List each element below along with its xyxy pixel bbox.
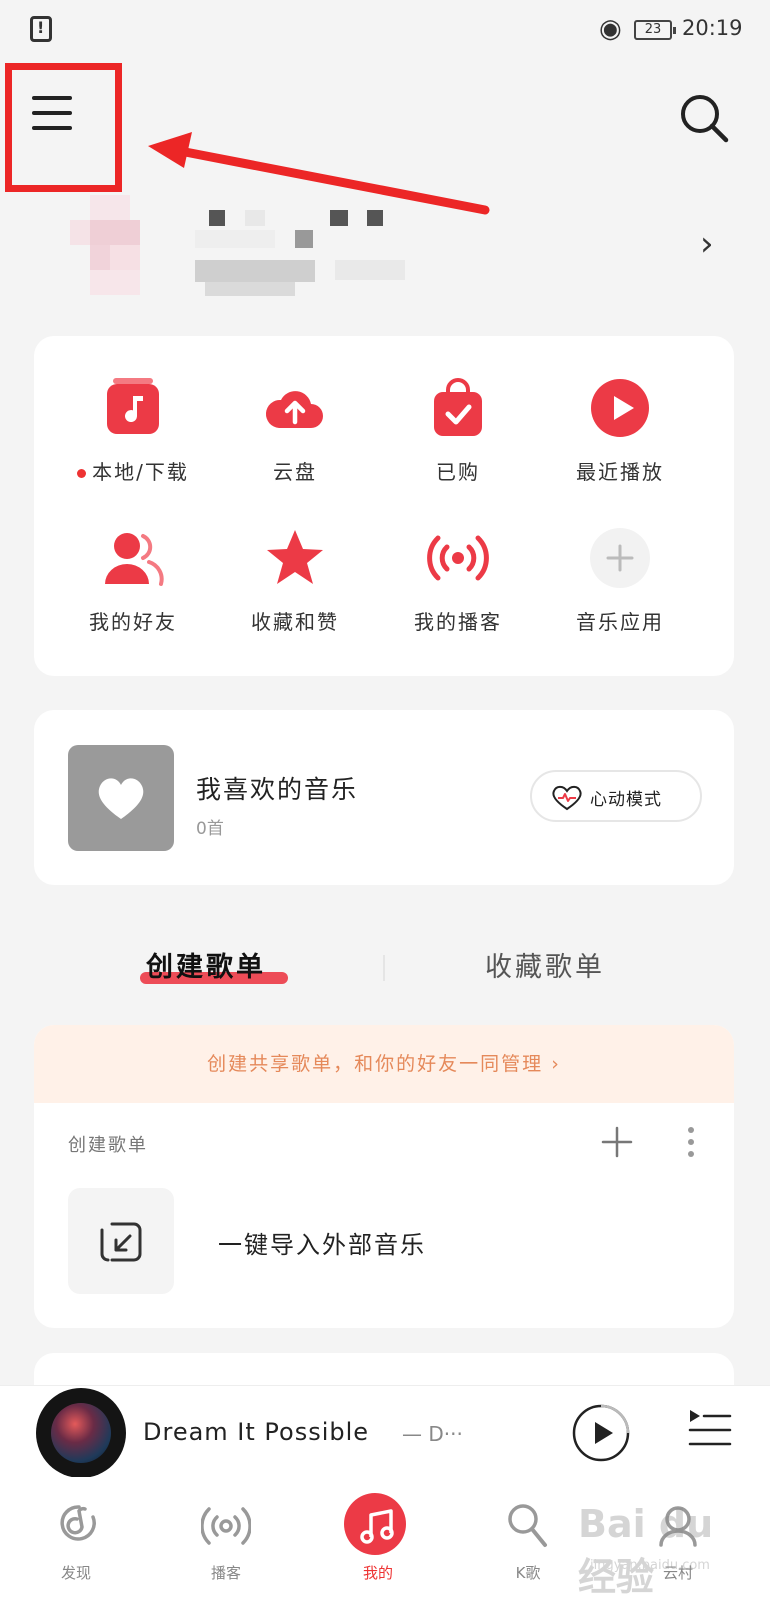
quick-actions-card: 本地/下载 云盘 已购 最近播放 我的好友 收藏和赞 我的播客 音乐应用	[34, 336, 734, 676]
quick-purchased[interactable]: 已购	[383, 376, 533, 485]
status-time: 20:19	[682, 16, 743, 40]
tab-created-playlists[interactable]: 创建歌单	[146, 945, 266, 984]
play-icon[interactable]	[571, 1403, 631, 1463]
status-bar: ◉ 23 20:19	[0, 0, 770, 58]
quick-my-podcast[interactable]: 我的播客	[383, 526, 533, 635]
nav-podcast[interactable]: 播客	[156, 1477, 296, 1600]
highlight-box	[5, 63, 122, 192]
eye-comfort-icon: ◉	[599, 14, 622, 44]
purchased-bag-icon	[434, 378, 482, 436]
liked-music-title: 我喜欢的音乐	[196, 775, 359, 804]
avatar[interactable]	[70, 195, 170, 295]
import-external-music[interactable]: 一键导入外部音乐	[218, 1225, 426, 1260]
quick-recent-play[interactable]: 最近播放	[545, 376, 695, 485]
search-icon[interactable]	[678, 92, 730, 144]
quick-favorites-likes[interactable]: 收藏和赞	[220, 526, 370, 635]
heart-icon	[98, 778, 144, 819]
quick-cloud[interactable]: 云盘	[220, 376, 370, 485]
battery-icon: 23	[634, 20, 676, 40]
red-dot-badge	[77, 469, 87, 478]
liked-music-card[interactable]: 我喜欢的音乐 0首 心动模式	[34, 710, 734, 885]
heartbeat-icon	[552, 785, 582, 811]
music-note-icon	[360, 1509, 394, 1544]
add-app-icon	[590, 528, 650, 588]
friends-icon	[105, 533, 164, 586]
podcast-icon	[427, 535, 489, 581]
tab-divider	[383, 955, 385, 981]
album-disc[interactable]	[36, 1388, 126, 1478]
chevron-right-icon: ›	[551, 1053, 561, 1075]
profile-name-blurred[interactable]	[195, 210, 425, 300]
quick-music-apps[interactable]: 音乐应用	[545, 526, 695, 635]
song-title: Dream It Possible	[143, 1418, 370, 1446]
mini-player[interactable]: Dream It Possible — D···	[0, 1385, 770, 1478]
liked-music-count: 0首	[196, 819, 224, 839]
sim-alert-icon	[30, 16, 52, 42]
playlist-queue-icon[interactable]	[688, 1408, 732, 1452]
podcast-nav-icon	[201, 1507, 251, 1545]
import-cover[interactable]	[68, 1188, 174, 1294]
watermark: Bai du 经验 jingyan.baidu.com	[578, 1502, 714, 1599]
nav-mine[interactable]: 我的	[308, 1477, 448, 1600]
quick-friends[interactable]: 我的好友	[58, 526, 208, 635]
star-icon	[267, 530, 323, 584]
liked-music-cover	[68, 745, 174, 851]
song-artist: — D···	[402, 1422, 463, 1446]
album-art	[51, 1403, 111, 1463]
karaoke-mic-icon	[508, 1504, 547, 1547]
shared-playlist-banner[interactable]: 创建共享歌单，和你的好友一同管理 ›	[34, 1025, 734, 1103]
nav-discover[interactable]: 发现	[6, 1477, 146, 1600]
cloud-upload-icon	[265, 391, 323, 428]
annotation-arrow	[148, 132, 490, 215]
recent-play-icon	[591, 379, 649, 437]
import-icon	[100, 1222, 142, 1262]
chevron-right-icon[interactable]: ›	[700, 224, 714, 264]
more-options-icon[interactable]	[686, 1125, 696, 1159]
local-download-icon	[107, 378, 159, 434]
section-label: 创建歌单	[68, 1135, 148, 1156]
playlist-card: 创建共享歌单，和你的好友一同管理 › 创建歌单 一键导入外部音乐	[34, 1025, 734, 1328]
discover-icon	[60, 1505, 96, 1541]
add-playlist-icon[interactable]	[600, 1125, 634, 1159]
quick-local-download[interactable]: 本地/下载	[58, 376, 208, 485]
heart-mode-button[interactable]: 心动模式	[530, 770, 702, 822]
nav-karaoke[interactable]: K歌	[458, 1477, 598, 1600]
tab-collected-playlists[interactable]: 收藏歌单	[485, 945, 605, 984]
